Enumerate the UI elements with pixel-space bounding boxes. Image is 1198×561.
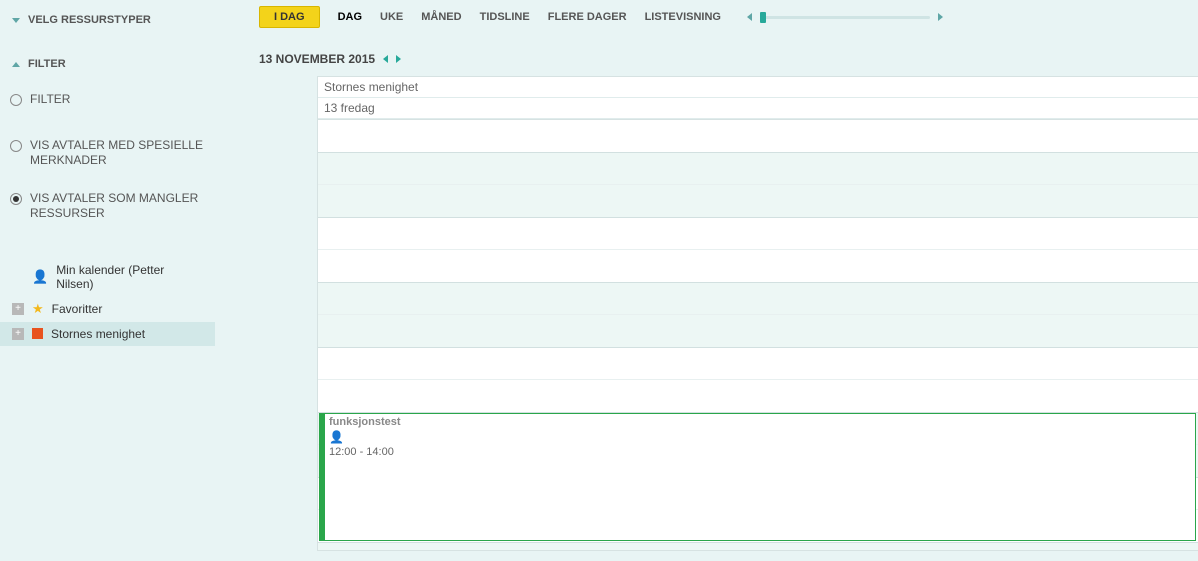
filter-option-missing-resources[interactable]: VIS AVTALER SOM MANGLER RESSURSER: [0, 185, 215, 228]
calendar-item-favorites[interactable]: + ★ Favoritter: [0, 296, 215, 322]
filter-option-label: VIS AVTALER MED SPESIELLE MERKNADER: [30, 138, 203, 169]
main: I DAG DAG UKE MÅNED TIDSLINE FLERE DAGER…: [215, 0, 1198, 561]
filter-section-toggle[interactable]: FILTER: [0, 52, 215, 76]
grid-slot[interactable]: [318, 543, 1198, 551]
person-icon: 👤: [329, 430, 344, 444]
view-multidays[interactable]: FLERE DAGER: [548, 11, 627, 23]
calendar-item-label: Favoritter: [52, 302, 103, 316]
filter-section-label: FILTER: [28, 58, 66, 70]
column-title: Stornes menighet: [318, 77, 1198, 98]
prev-day-button[interactable]: [383, 55, 388, 63]
grid-slot[interactable]: [318, 348, 1198, 381]
resource-types-toggle[interactable]: VELG RESSURSTYPER: [0, 8, 215, 32]
toolbar: I DAG DAG UKE MÅNED TIDSLINE FLERE DAGER…: [215, 0, 1198, 34]
calendar-list: 👤 Min kalender (Petter Nilsen) + ★ Favor…: [0, 258, 215, 346]
calendar-item-label: Stornes menighet: [51, 327, 145, 341]
hours-area[interactable]: 08:00 09:00 10:00 11:00 12:00 13:00 14:0…: [318, 120, 1198, 550]
grid-body[interactable]: funksjonstest 👤 12:00 - 14:00: [318, 120, 1198, 550]
event-time: 12:00 - 14:00: [329, 446, 1191, 458]
resource-types-label: VELG RESSURSTYPER: [28, 14, 151, 26]
view-list[interactable]: LISTEVISNING: [645, 11, 721, 23]
grid-slot[interactable]: [318, 250, 1198, 283]
star-icon: ★: [32, 301, 44, 317]
column-subtitle: 13 fredag: [318, 98, 1198, 119]
triangle-right-icon[interactable]: [938, 13, 943, 21]
slider-thumb[interactable]: [760, 12, 766, 23]
date-header: 13 NOVEMBER 2015: [215, 34, 1198, 76]
today-button[interactable]: I DAG: [259, 6, 320, 28]
radio-icon: [10, 193, 22, 205]
event-meta: 👤: [329, 430, 1191, 444]
filter-option-filter[interactable]: FILTER: [0, 86, 215, 114]
view-timeline[interactable]: TIDSLINE: [480, 11, 530, 23]
square-icon: [32, 328, 43, 339]
event-title: funksjonstest: [329, 416, 1191, 428]
column-header: Stornes menighet 13 fredag: [318, 77, 1198, 120]
grid-slot[interactable]: [318, 315, 1198, 348]
view-month[interactable]: MÅNED: [421, 11, 461, 23]
calendar-item-stornes[interactable]: + Stornes menighet: [0, 322, 215, 346]
view-week[interactable]: UKE: [380, 11, 403, 23]
filter-option-label: FILTER: [30, 92, 70, 108]
calendar-item-mine[interactable]: 👤 Min kalender (Petter Nilsen): [0, 258, 215, 296]
grid-slot[interactable]: [318, 380, 1198, 413]
date-header-text: 13 NOVEMBER 2015: [259, 52, 375, 66]
calendar-grid: Stornes menighet 13 fredag 08:00 09:00 1…: [317, 76, 1198, 551]
calendar-event[interactable]: funksjonstest 👤 12:00 - 14:00: [319, 413, 1196, 541]
chevron-down-icon: [12, 18, 20, 23]
slider-track[interactable]: [760, 16, 930, 19]
triangle-left-icon[interactable]: [747, 13, 752, 21]
chevron-up-icon: [12, 62, 20, 67]
grid-slot[interactable]: [318, 153, 1198, 186]
grid-slot[interactable]: [318, 218, 1198, 251]
view-day[interactable]: DAG: [338, 11, 362, 23]
filter-option-special-remarks[interactable]: VIS AVTALER MED SPESIELLE MERKNADER: [0, 132, 215, 175]
radio-icon: [10, 140, 22, 152]
grid-slot[interactable]: [318, 120, 1198, 153]
expand-icon[interactable]: +: [12, 303, 24, 315]
calendar-item-label: Min kalender (Petter Nilsen): [56, 263, 203, 291]
radio-icon: [10, 94, 22, 106]
grid-slot[interactable]: [318, 283, 1198, 316]
expand-icon[interactable]: +: [12, 328, 24, 340]
next-day-button[interactable]: [396, 55, 401, 63]
grid-slot[interactable]: [318, 185, 1198, 218]
person-icon: 👤: [32, 269, 48, 285]
zoom-slider[interactable]: [747, 13, 943, 21]
filter-option-label: VIS AVTALER SOM MANGLER RESSURSER: [30, 191, 203, 222]
sidebar: VELG RESSURSTYPER FILTER FILTER VIS AVTA…: [0, 0, 215, 561]
